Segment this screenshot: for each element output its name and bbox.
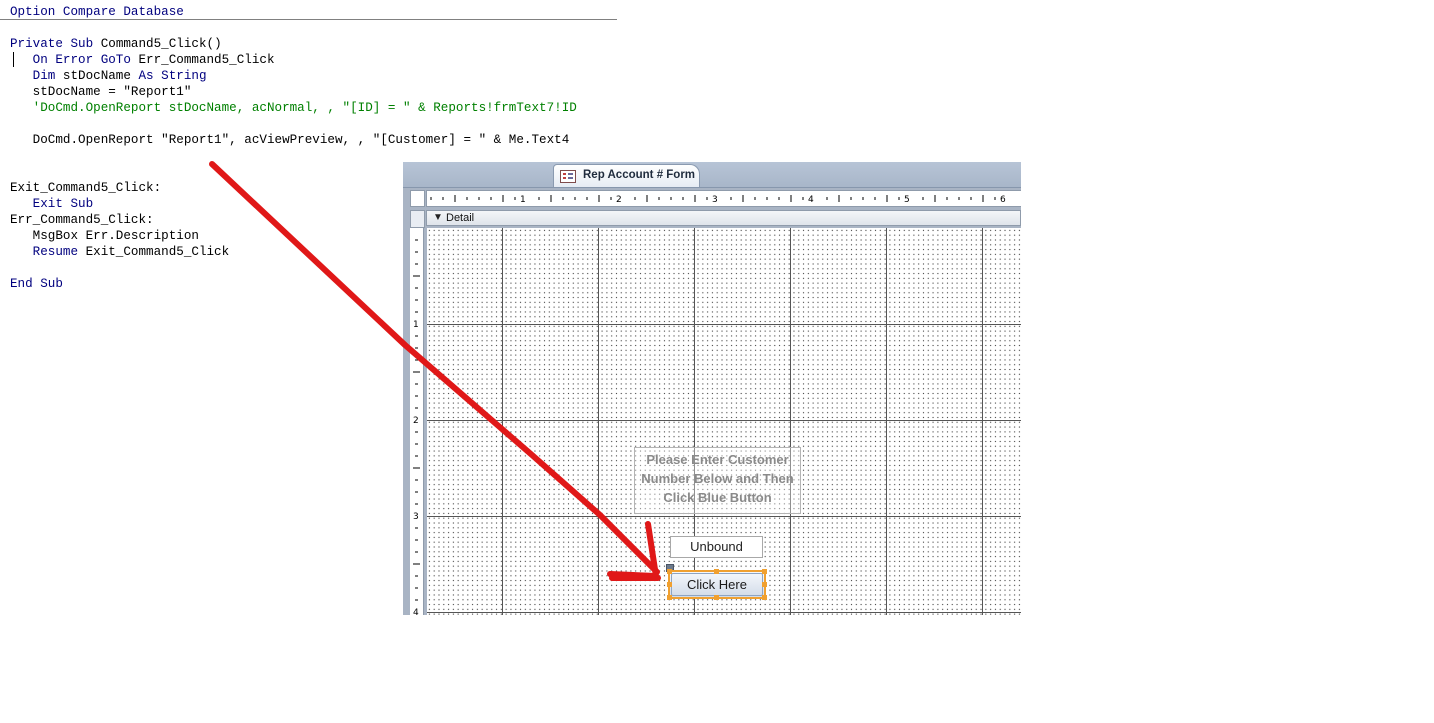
vertical-ruler[interactable]: 1 2 3 4 bbox=[410, 228, 424, 615]
code-token: Err_Command5_Click bbox=[138, 53, 275, 67]
ruler-number: 6 bbox=[1000, 195, 1006, 205]
ruler-number: 1 bbox=[413, 320, 419, 330]
ruler-number: 1 bbox=[520, 195, 526, 205]
code-line[interactable]: Private Sub Command5_Click() bbox=[10, 36, 222, 52]
resize-handle[interactable] bbox=[714, 595, 719, 600]
code-token: Command5_Click() bbox=[100, 37, 222, 51]
code-token: Option Compare Database bbox=[10, 5, 184, 19]
code-line[interactable]: 'DoCmd.OpenReport stDocName, acNormal, ,… bbox=[10, 100, 577, 116]
code-line[interactable]: On Error GoTo Err_Command5_Click bbox=[10, 52, 275, 68]
horizontal-ruler-ticks: 1 2 3 4 5 6 bbox=[430, 195, 1006, 205]
code-token: DoCmd.OpenReport "Report1", acViewPrevie… bbox=[10, 133, 570, 147]
ruler-number: 2 bbox=[616, 195, 622, 205]
text-caret bbox=[13, 52, 14, 67]
code-line[interactable]: End Sub bbox=[10, 276, 63, 292]
code-line[interactable]: Option Compare Database bbox=[10, 4, 184, 20]
resize-handle[interactable] bbox=[762, 569, 767, 574]
ruler-number: 5 bbox=[904, 195, 910, 205]
ruler-number: 3 bbox=[413, 512, 419, 522]
code-line[interactable]: Exit_Command5_Click: bbox=[10, 180, 161, 196]
document-tab-strip: Rep Account # Form bbox=[403, 162, 1021, 188]
horizontal-ruler[interactable]: 1 2 3 4 5 6 bbox=[426, 190, 1021, 207]
resize-handle[interactable] bbox=[762, 595, 767, 600]
grid-line bbox=[427, 612, 1021, 613]
resize-handle[interactable] bbox=[667, 569, 672, 574]
collapse-arrow-icon: ▼ bbox=[433, 212, 443, 223]
code-token: Err_Command5_Click: bbox=[10, 213, 154, 227]
vertical-ruler-ticks: 1 2 3 4 bbox=[413, 239, 420, 615]
code-token: Resume bbox=[10, 245, 86, 259]
grid-line bbox=[982, 228, 983, 615]
ruler-number: 3 bbox=[712, 195, 718, 205]
ruler-number: 4 bbox=[808, 195, 814, 205]
code-token: Private Sub bbox=[10, 37, 101, 51]
grid-line bbox=[790, 228, 791, 615]
form-selector[interactable] bbox=[410, 190, 425, 207]
tab-label: Rep Account # Form bbox=[583, 169, 696, 181]
code-line[interactable]: DoCmd.OpenReport "Report1", acViewPrevie… bbox=[10, 132, 570, 148]
instruction-label[interactable]: Please Enter Customer Number Below and T… bbox=[634, 447, 801, 514]
code-token: Exit Sub bbox=[10, 197, 94, 211]
instruction-label-text: Please Enter Customer Number Below and T… bbox=[641, 452, 794, 505]
code-line[interactable]: stDocName = "Report1" bbox=[10, 84, 192, 100]
code-token: On Error GoTo bbox=[10, 53, 139, 67]
section-label: Detail bbox=[446, 212, 475, 224]
resize-handle[interactable] bbox=[667, 582, 672, 587]
code-token: MsgBox Err.Description bbox=[10, 229, 199, 243]
code-token: stDocName = "Report1" bbox=[10, 85, 192, 99]
form-icon bbox=[560, 170, 576, 183]
form-designer-window: Rep Account # Form 123456 ▼ Detail 1234 … bbox=[403, 162, 1021, 615]
resize-handle[interactable] bbox=[762, 582, 767, 587]
code-token: Exit_Command5_Click: bbox=[10, 181, 162, 195]
code-line[interactable]: Exit Sub bbox=[10, 196, 93, 212]
resize-handle[interactable] bbox=[714, 569, 719, 574]
code-token: Exit_Command5_Click bbox=[85, 245, 230, 259]
section-selector[interactable] bbox=[410, 210, 425, 228]
code-line[interactable]: Resume Exit_Command5_Click bbox=[10, 244, 230, 260]
customer-text-box[interactable]: Unbound bbox=[670, 536, 763, 558]
code-token: End Sub bbox=[10, 277, 63, 291]
tab-rep-account-form[interactable]: Rep Account # Form bbox=[553, 164, 700, 187]
code-line[interactable]: Err_Command5_Click: bbox=[10, 212, 154, 228]
ruler-number: 2 bbox=[413, 416, 419, 426]
code-token: 'DoCmd.OpenReport stDocName, acNormal, ,… bbox=[10, 101, 577, 115]
code-token: As String bbox=[138, 69, 207, 83]
grid-line bbox=[427, 516, 1021, 517]
resize-handle[interactable] bbox=[667, 595, 672, 600]
grid-line bbox=[598, 228, 599, 615]
grid-line bbox=[427, 420, 1021, 421]
grid-line bbox=[502, 228, 503, 615]
code-header-divider bbox=[0, 19, 617, 20]
ruler-number: 4 bbox=[413, 608, 419, 615]
code-token: Dim bbox=[10, 69, 63, 83]
code-line[interactable]: Dim stDocName As String bbox=[10, 68, 207, 84]
grid-line bbox=[886, 228, 887, 615]
code-token: stDocName bbox=[62, 69, 139, 83]
detail-section-bar[interactable]: ▼ Detail bbox=[426, 210, 1021, 226]
code-line[interactable]: MsgBox Err.Description bbox=[10, 228, 199, 244]
grid-line bbox=[427, 324, 1021, 325]
